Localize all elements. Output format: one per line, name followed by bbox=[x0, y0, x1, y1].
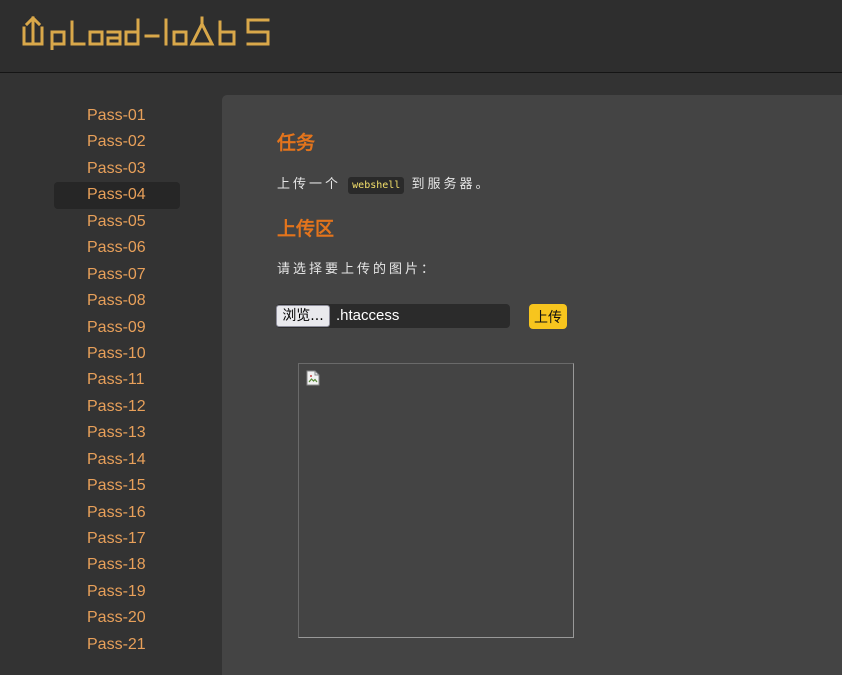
sidebar-item-pass-12[interactable]: Pass-12 bbox=[54, 394, 180, 420]
main-panel: 任务 上传一个 webshell 到服务器。 上传区 请选择要上传的图片： 浏览… bbox=[222, 95, 842, 675]
sidebar-item-pass-08[interactable]: Pass-08 bbox=[54, 288, 180, 314]
sidebar-item-pass-05[interactable]: Pass-05 bbox=[54, 209, 180, 235]
sidebar-item-pass-02[interactable]: Pass-02 bbox=[54, 129, 180, 155]
task-description: 上传一个 webshell 到服务器。 bbox=[277, 173, 492, 194]
sidebar-item-pass-13[interactable]: Pass-13 bbox=[54, 420, 180, 446]
header bbox=[0, 0, 842, 73]
broken-image-icon bbox=[306, 370, 320, 390]
image-preview bbox=[298, 363, 574, 638]
sidebar-nav: Pass-01 Pass-02 Pass-03 Pass-04 Pass-05 … bbox=[54, 103, 180, 658]
sidebar-item-pass-21[interactable]: Pass-21 bbox=[54, 632, 180, 658]
upload-submit-button[interactable]: 上传 bbox=[529, 304, 567, 329]
sidebar-item-pass-10[interactable]: Pass-10 bbox=[54, 341, 180, 367]
upload-labs-logo-icon bbox=[22, 15, 270, 50]
selected-file-name: .htaccess bbox=[336, 307, 400, 324]
browse-button[interactable]: 浏览... bbox=[276, 305, 330, 327]
sidebar-item-pass-06[interactable]: Pass-06 bbox=[54, 235, 180, 261]
task-title: 任务 bbox=[277, 132, 316, 154]
sidebar-item-pass-19[interactable]: Pass-19 bbox=[54, 579, 180, 605]
sidebar-item-pass-04[interactable]: Pass-04 bbox=[54, 182, 180, 209]
task-text-after: 到服务器。 bbox=[411, 177, 492, 192]
upload-title: 上传区 bbox=[277, 218, 335, 240]
sidebar-item-pass-16[interactable]: Pass-16 bbox=[54, 500, 180, 526]
sidebar-item-pass-18[interactable]: Pass-18 bbox=[54, 552, 180, 578]
select-prompt: 请选择要上传的图片： bbox=[277, 262, 438, 277]
sidebar-item-pass-15[interactable]: Pass-15 bbox=[54, 473, 180, 499]
task-text-before: 上传一个 bbox=[277, 177, 342, 192]
sidebar-item-pass-11[interactable]: Pass-11 bbox=[54, 367, 180, 393]
task-code: webshell bbox=[348, 177, 405, 194]
sidebar-item-pass-03[interactable]: Pass-03 bbox=[54, 156, 180, 182]
sidebar-item-pass-01[interactable]: Pass-01 bbox=[54, 103, 180, 129]
sidebar-item-pass-20[interactable]: Pass-20 bbox=[54, 605, 180, 631]
sidebar-item-pass-07[interactable]: Pass-07 bbox=[54, 262, 180, 288]
file-input[interactable]: 浏览... .htaccess bbox=[276, 304, 510, 328]
sidebar-item-pass-14[interactable]: Pass-14 bbox=[54, 447, 180, 473]
sidebar-item-pass-17[interactable]: Pass-17 bbox=[54, 526, 180, 552]
sidebar-item-pass-09[interactable]: Pass-09 bbox=[54, 315, 180, 341]
logo[interactable] bbox=[22, 14, 272, 50]
